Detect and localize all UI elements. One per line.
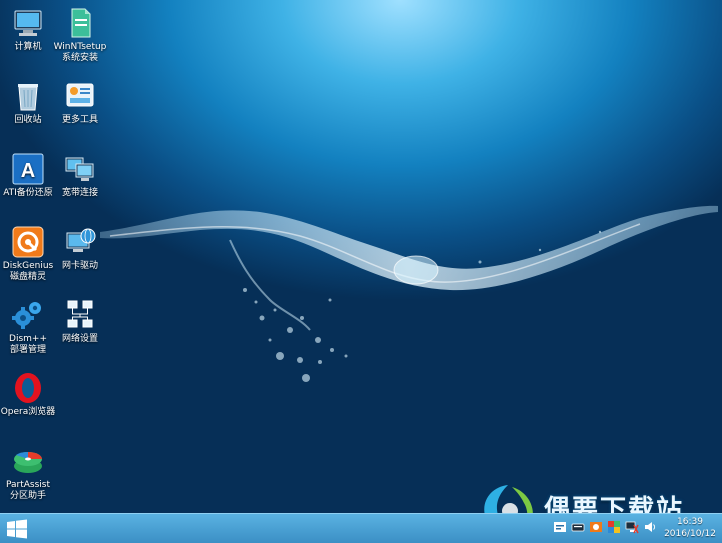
- icon-label: 网络设置: [61, 334, 98, 344]
- network-driver-icon: [66, 228, 96, 252]
- diskgenius-icon: [12, 226, 44, 258]
- icon-network-settings[interactable]: 网络设置: [52, 298, 108, 345]
- icon-winntsetup[interactable]: WinNTsetup 系统安装: [52, 6, 108, 64]
- icon-label: 更多工具: [61, 115, 98, 125]
- start-button[interactable]: [6, 519, 28, 539]
- opera-icon: [15, 373, 41, 403]
- icon-label: 网卡驱动: [61, 261, 98, 271]
- gears-icon: [12, 302, 41, 329]
- icon-label-line2: 分区助手: [9, 491, 46, 501]
- icon-label: Dism++: [9, 334, 47, 344]
- icon-opera[interactable]: Opera浏览器: [0, 371, 56, 418]
- icon-recycle-bin[interactable]: 回收站: [0, 79, 56, 126]
- setup-file-icon: [71, 8, 91, 38]
- partition-disk-icon: [14, 451, 42, 473]
- icon-partassist[interactable]: PartAssist 分区助手: [0, 444, 56, 502]
- volume-icon[interactable]: [643, 520, 657, 534]
- icon-label-line2: 系统安装: [61, 53, 98, 63]
- icon-label-line2: 部署管理: [9, 345, 46, 355]
- icon-ati-backup[interactable]: A ATI备份还原: [0, 152, 56, 199]
- water-splash-wallpaper: [100, 205, 718, 382]
- clock-time: 16:39: [677, 517, 703, 527]
- network-topology-icon: [67, 300, 93, 328]
- taskbar-clock[interactable]: 16:39 2016/10/12: [664, 516, 716, 540]
- icon-label: 计算机: [14, 42, 42, 52]
- icon-more-tools[interactable]: 更多工具: [52, 79, 108, 126]
- desktop: 计算机 WinNTsetup 系统安装 回收站 更多工具 A ATI备份还原 宽…: [0, 0, 722, 543]
- taskbar: 16:39 2016/10/12: [0, 513, 722, 543]
- input-method-icon[interactable]: [553, 520, 567, 534]
- keyboard-icon[interactable]: [571, 520, 585, 534]
- icon-label: 宽带连接: [61, 188, 98, 198]
- tools-panel-icon: [66, 83, 94, 107]
- acronis-icon: A: [12, 153, 44, 185]
- icon-label-line2: 磁盘精灵: [9, 272, 46, 282]
- disk-tool-icon[interactable]: [589, 520, 603, 534]
- icon-label: PartAssist: [5, 480, 51, 490]
- network-computers-icon: [65, 157, 94, 181]
- icon-computer[interactable]: 计算机: [0, 6, 56, 53]
- recycle-bin-icon: [18, 84, 38, 111]
- icon-broadband[interactable]: 宽带连接: [52, 152, 108, 199]
- icon-label: ATI备份还原: [3, 188, 53, 198]
- icon-nic-driver[interactable]: 网卡驱动: [52, 225, 108, 272]
- color-app-icon[interactable]: [607, 520, 621, 534]
- clock-date: 2016/10/12: [664, 529, 716, 539]
- icon-dism[interactable]: Dism++ 部署管理: [0, 298, 56, 356]
- icon-label: 回收站: [14, 115, 42, 125]
- network-status-icon[interactable]: [625, 520, 639, 534]
- icon-label: WinNTsetup: [53, 42, 107, 52]
- svg-text:A: A: [21, 160, 35, 182]
- icon-label: DiskGenius: [2, 261, 54, 271]
- icon-label: Opera浏览器: [0, 407, 56, 417]
- computer-icon: [14, 10, 42, 36]
- icon-diskgenius[interactable]: DiskGenius 磁盘精灵: [0, 225, 56, 283]
